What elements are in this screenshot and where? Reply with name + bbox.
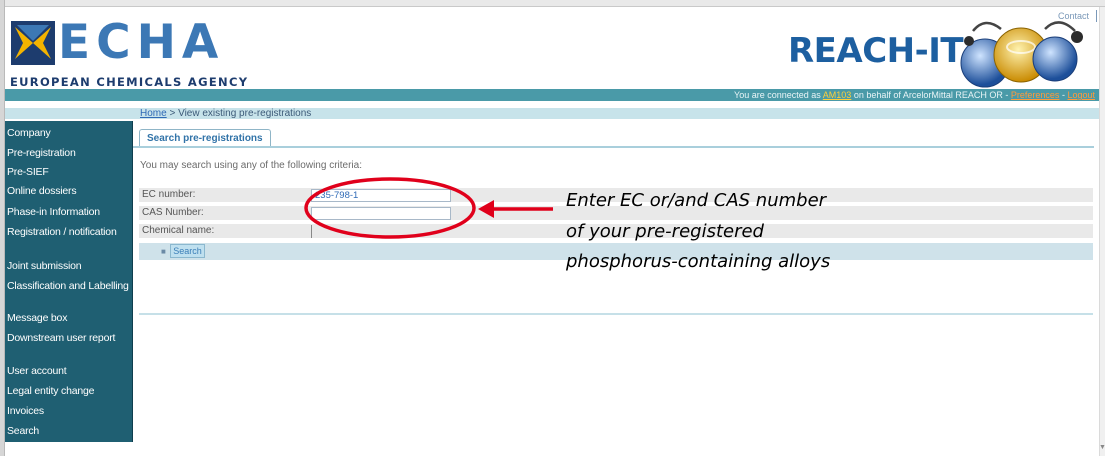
connection-bar: You are connected as AM103 on behalf of … — [5, 89, 1099, 101]
echa-logo[interactable]: ECHA EUROPEAN CHEMICALS AGENCY — [8, 17, 273, 91]
ec-number-label: EC number: — [142, 189, 196, 200]
button-dot-icon: ■ — [161, 247, 166, 256]
connection-separator: - — [1061, 90, 1065, 100]
sidebar-item-phase-in-information[interactable]: Phase-in Information — [7, 207, 129, 218]
window-top-frame — [0, 0, 1105, 7]
echa-logo-subtitle: EUROPEAN CHEMICALS AGENCY — [10, 75, 249, 89]
scroll-down-arrow-icon[interactable]: ▼ — [1099, 444, 1105, 452]
sidebar-item-pre-registration[interactable]: Pre-registration — [7, 148, 129, 159]
cas-number-input[interactable] — [311, 207, 451, 220]
sidebar-menu: Company Pre-registration Pre-SIEF Online… — [5, 121, 133, 442]
breadcrumb: Home > View existing pre-registrations — [140, 108, 311, 119]
sidebar-item-message-box[interactable]: Message box — [7, 313, 129, 324]
ec-number-input[interactable]: 235-798-1 — [311, 189, 451, 202]
contact-separator — [1096, 10, 1097, 22]
sidebar-item-classification-labelling[interactable]: Classification and Labelling — [7, 281, 129, 292]
preferences-link[interactable]: Preferences — [1011, 90, 1060, 100]
chemical-name-label: Chemical name: — [142, 225, 215, 236]
annotation-line-3: phosphorus-containing alloys — [566, 251, 831, 272]
connection-middle: on behalf of ArcelorMittal REACH OR - — [853, 90, 1009, 100]
sidebar-item-search[interactable]: Search — [7, 426, 129, 437]
breadcrumb-home-link[interactable]: Home — [140, 108, 167, 119]
annotation-text: Enter EC or/and CAS number of your pre-r… — [566, 186, 906, 278]
tab-label: Search pre-registrations — [147, 133, 263, 144]
sidebar-item-joint-submission[interactable]: Joint submission — [7, 261, 129, 272]
tab-underline — [133, 146, 1094, 148]
echa-logo-text: ECHA — [58, 15, 225, 70]
content-divider — [139, 313, 1093, 315]
reach-it-title: REACH-IT — [788, 31, 964, 71]
cas-number-label: CAS Number: — [142, 207, 204, 218]
sidebar-item-online-dossiers[interactable]: Online dossiers — [7, 186, 129, 197]
sidebar-item-pre-sief[interactable]: Pre-SIEF — [7, 167, 129, 178]
sidebar-item-legal-entity-change[interactable]: Legal entity change — [7, 386, 129, 397]
connection-prefix: You are connected as — [734, 90, 821, 100]
sidebar-item-downstream-user-report[interactable]: Downstream user report — [7, 333, 129, 344]
breadcrumb-current: View existing pre-registrations — [178, 108, 312, 119]
chemical-name-input[interactable] — [311, 225, 315, 238]
sidebar-item-invoices[interactable]: Invoices — [7, 406, 129, 417]
logout-link[interactable]: Logout — [1067, 90, 1095, 100]
breadcrumb-separator: > — [169, 108, 176, 119]
reach-it-branding: REACH-IT Contact — [783, 10, 1103, 89]
sidebar-item-company[interactable]: Company — [7, 128, 129, 139]
user-id-link[interactable]: AM103 — [823, 90, 852, 100]
page-header: ECHA EUROPEAN CHEMICALS AGENCY REACH-IT — [5, 7, 1099, 89]
annotation-line-1: Enter EC or/and CAS number — [566, 190, 827, 211]
echa-star-icon — [11, 21, 55, 65]
search-intro-text: You may search using any of the followin… — [140, 160, 362, 171]
connection-info: You are connected as AM103 on behalf of … — [734, 89, 1095, 101]
search-button[interactable]: Search — [170, 244, 205, 258]
annotation-line-2: of your pre-registered — [566, 220, 764, 242]
contact-link[interactable]: Contact — [1058, 11, 1089, 21]
tab-search-pre-registrations[interactable]: Search pre-registrations — [139, 129, 271, 147]
chemistry-flasks-illustration — [960, 21, 1083, 88]
sidebar-item-user-account[interactable]: User account — [7, 366, 129, 377]
breadcrumb-bar: Home > View existing pre-registrations — [5, 108, 1099, 119]
sidebar-item-registration[interactable]: Registration / notification — [7, 227, 129, 238]
